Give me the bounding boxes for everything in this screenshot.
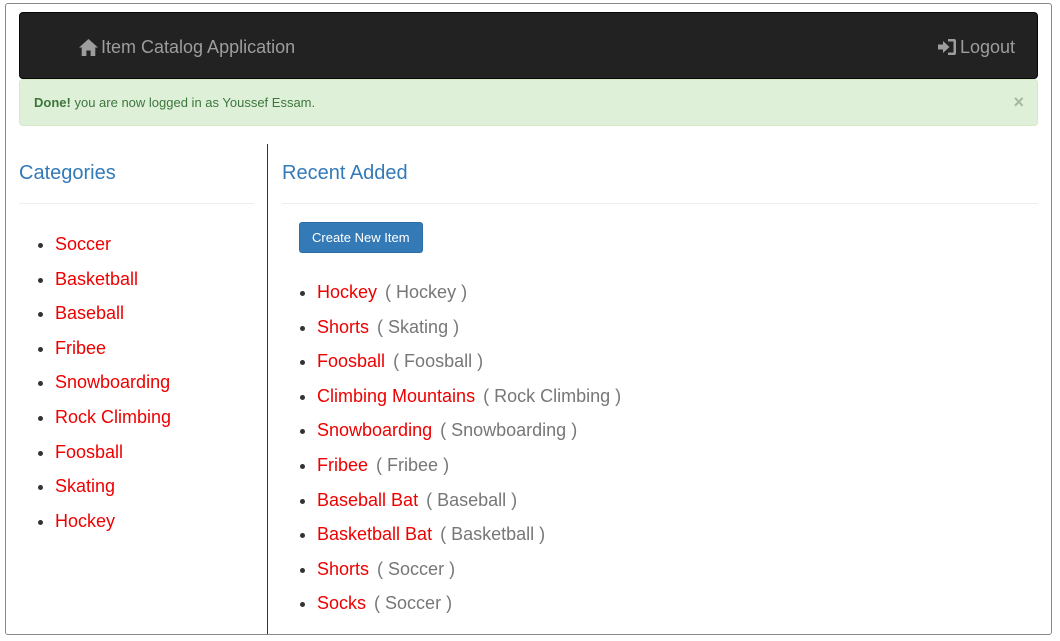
- category-link-snowboarding[interactable]: Snowboarding: [55, 372, 170, 392]
- category-item: Hockey: [55, 510, 254, 545]
- category-item: Baseball: [55, 302, 254, 337]
- item-category: ( Snowboarding ): [440, 420, 578, 441]
- recent-items-panel: Recent Added Create New Item Hockey ( Ho…: [282, 144, 1038, 627]
- item-category: ( Fribee ): [376, 454, 450, 475]
- item-link[interactable]: Socks: [317, 593, 366, 613]
- category-item: Basketball: [55, 268, 254, 303]
- category-link-soccer[interactable]: Soccer: [55, 234, 111, 254]
- categories-sidebar: Categories Soccer Basketball Baseball Fr…: [19, 144, 254, 544]
- item-category: ( Rock Climbing ): [483, 385, 622, 406]
- list-item: Shorts ( Soccer ): [317, 558, 1038, 593]
- item-category: ( Basketball ): [440, 524, 546, 545]
- item-link[interactable]: Basketball Bat: [317, 524, 432, 544]
- list-item: Fribee ( Fribee ): [317, 454, 1038, 489]
- item-link[interactable]: Snowboarding: [317, 420, 432, 440]
- logout-label: Logout: [959, 36, 1015, 57]
- category-link-basketball[interactable]: Basketball: [55, 269, 138, 289]
- item-category: ( Hockey ): [385, 282, 468, 302]
- list-item: Foosball ( Foosball ): [317, 350, 1038, 385]
- list-item: Snowboarding ( Snowboarding ): [317, 419, 1038, 454]
- category-item: Soccer: [55, 233, 254, 268]
- categories-list: Soccer Basketball Baseball Fribee Snowbo…: [19, 233, 254, 544]
- alert-message: you are now logged in as Youssef Essam.: [74, 95, 316, 110]
- list-item: Shorts ( Skating ): [317, 316, 1038, 351]
- item-link[interactable]: Climbing Mountains: [317, 386, 475, 406]
- alert-close-button[interactable]: ×: [1013, 92, 1024, 112]
- item-category: ( Soccer ): [374, 593, 453, 614]
- category-link-fribee[interactable]: Fribee: [55, 338, 106, 358]
- category-link-rock-climbing[interactable]: Rock Climbing: [55, 407, 171, 427]
- log-in-icon: [937, 38, 957, 56]
- item-link[interactable]: Foosball: [317, 351, 385, 371]
- create-new-item-button[interactable]: Create New Item: [299, 222, 423, 253]
- list-item: Hockey ( Hockey ): [317, 281, 1038, 316]
- category-item: Foosball: [55, 441, 254, 476]
- category-link-baseball[interactable]: Baseball: [55, 303, 124, 323]
- navbar: Item Catalog Application Logout: [19, 12, 1038, 79]
- categories-title: Categories: [19, 144, 254, 204]
- item-link[interactable]: Hockey: [317, 282, 377, 302]
- item-link[interactable]: Baseball Bat: [317, 490, 418, 510]
- category-item: Fribee: [55, 337, 254, 372]
- list-item: Baseball Bat ( Baseball ): [317, 489, 1038, 524]
- logout-link[interactable]: Logout: [937, 35, 1015, 59]
- item-category: ( Skating ): [377, 316, 460, 337]
- item-category: ( Foosball ): [393, 351, 484, 372]
- item-link[interactable]: Shorts: [317, 559, 369, 579]
- recent-items-list: Hockey ( Hockey ) Shorts ( Skating ) Foo…: [282, 281, 1038, 627]
- category-item: Rock Climbing: [55, 406, 254, 441]
- category-item: Snowboarding: [55, 371, 254, 406]
- list-item: Socks ( Soccer ): [317, 592, 1038, 627]
- item-link[interactable]: Shorts: [317, 317, 369, 337]
- alert-strong: Done!: [34, 95, 71, 110]
- column-divider: [267, 144, 268, 634]
- list-item: Basketball Bat ( Basketball ): [317, 523, 1038, 558]
- brand-link[interactable]: Item Catalog Application: [79, 35, 295, 59]
- recent-added-title: Recent Added: [282, 144, 1038, 204]
- login-success-alert: Done! you are now logged in as Youssef E…: [19, 79, 1038, 126]
- item-category: ( Baseball ): [426, 489, 518, 510]
- category-item: Skating: [55, 475, 254, 510]
- list-item: Climbing Mountains ( Rock Climbing ): [317, 385, 1038, 420]
- category-link-skating[interactable]: Skating: [55, 476, 115, 496]
- item-category: ( Soccer ): [377, 558, 456, 579]
- category-link-hockey[interactable]: Hockey: [55, 511, 115, 531]
- brand-label: Item Catalog Application: [101, 36, 296, 57]
- category-link-foosball[interactable]: Foosball: [55, 442, 123, 462]
- home-icon: [79, 38, 98, 56]
- item-link[interactable]: Fribee: [317, 455, 368, 475]
